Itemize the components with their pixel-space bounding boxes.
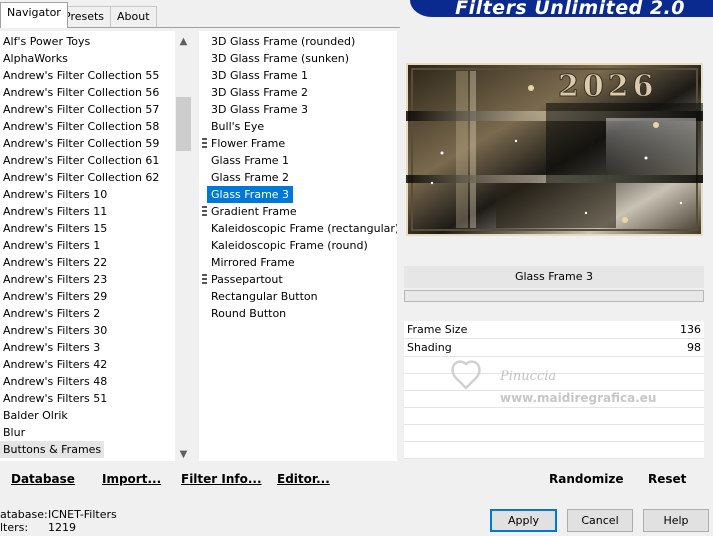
category-item[interactable]: Andrew's Filters 15 xyxy=(0,220,110,237)
database-label: atabase: xyxy=(0,508,48,521)
app-banner: Filters Unlimited 2.0 xyxy=(410,0,713,17)
category-item[interactable]: Andrew's Filter Collection 62 xyxy=(0,169,162,186)
filter-item[interactable]: Glass Frame 3 xyxy=(207,186,294,203)
tab-bar: Navigator Presets About xyxy=(0,0,400,29)
param-row-frame-size[interactable]: Frame Size 136 xyxy=(404,321,704,339)
filter-item[interactable]: Kaleidoscopic Frame (rectangular) xyxy=(207,220,397,237)
help-button[interactable]: Help xyxy=(643,509,709,532)
category-item[interactable]: Andrew's Filters 11 xyxy=(0,203,110,220)
category-item[interactable]: Andrew's Filters 51 xyxy=(0,390,110,407)
randomize-button[interactable]: Randomize xyxy=(549,472,623,486)
filter-item[interactable]: 3D Glass Frame (sunken) xyxy=(207,50,353,67)
category-item[interactable]: Andrew's Filter Collection 59 xyxy=(0,135,162,152)
filter-item[interactable]: Flower Frame xyxy=(207,135,289,152)
scroll-down-icon[interactable]: ▼ xyxy=(175,446,192,463)
preview-artwork: 2026 xyxy=(406,63,703,236)
filter-item[interactable]: 3D Glass Frame 2 xyxy=(207,84,312,101)
watermark-logo: Pinuccia www.maidiregrafica.eu xyxy=(451,360,656,405)
filter-item[interactable]: Mirrored Frame xyxy=(207,254,299,271)
filter-item[interactable]: Rectangular Button xyxy=(207,288,322,305)
category-item[interactable]: Andrew's Filters 3 xyxy=(0,339,103,356)
app-title: Filters Unlimited 2.0 xyxy=(455,0,685,17)
category-item[interactable]: Buttons & Frames xyxy=(0,441,105,458)
filter-item[interactable]: Bull's Eye xyxy=(207,118,268,135)
preview-overlay-text: 2026 xyxy=(558,69,658,104)
watermark-url: www.maidiregrafica.eu xyxy=(500,391,656,405)
category-scrollbar[interactable]: ▲ ▼ xyxy=(175,31,192,461)
filter-item[interactable]: Passepartout xyxy=(207,271,287,288)
reset-button[interactable]: Reset xyxy=(648,472,686,486)
param-name: Frame Size xyxy=(407,323,468,336)
filters-count-value: 1219 xyxy=(48,521,76,534)
category-item[interactable]: Andrew's Filter Collection 58 xyxy=(0,118,162,135)
scroll-thumb[interactable] xyxy=(176,97,191,151)
toolbar: Database Import... Filter Info... Editor… xyxy=(0,463,400,493)
filter-info-button[interactable]: Filter Info... xyxy=(181,472,262,486)
category-item[interactable]: Blur xyxy=(0,424,28,441)
selected-filter-name: Glass Frame 3 xyxy=(404,266,704,288)
filter-item[interactable]: Gradient Frame xyxy=(207,203,301,220)
import-button[interactable]: Import... xyxy=(102,472,161,486)
category-item[interactable]: Andrew's Filter Collection 56 xyxy=(0,84,162,101)
filter-item[interactable]: Round Button xyxy=(207,305,290,322)
filter-item[interactable]: 3D Glass Frame 3 xyxy=(207,101,312,118)
category-item[interactable]: Andrew's Filters 42 xyxy=(0,356,110,373)
param-value: 136 xyxy=(680,323,701,336)
category-item[interactable]: Andrew's Filters 29 xyxy=(0,288,110,305)
filters-count-label: lters: xyxy=(0,521,29,534)
apply-button[interactable]: Apply xyxy=(490,509,557,532)
category-item[interactable]: Balder Olrik xyxy=(0,407,71,424)
filter-item[interactable]: 3D Glass Frame 1 xyxy=(207,67,312,84)
filter-item[interactable]: Glass Frame 1 xyxy=(207,152,293,169)
category-item[interactable]: Andrew's Filter Collection 61 xyxy=(0,152,162,169)
category-item[interactable]: Andrew's Filters 48 xyxy=(0,373,110,390)
category-item[interactable]: Andrew's Filters 10 xyxy=(0,186,110,203)
param-toolbar: Randomize Reset xyxy=(400,463,713,493)
param-row-empty xyxy=(404,425,704,442)
watermark-name: Pinuccia xyxy=(499,369,556,384)
editor-button[interactable]: Editor... xyxy=(277,472,330,486)
filter-item[interactable]: 3D Glass Frame (rounded) xyxy=(207,33,359,50)
filter-item[interactable]: Glass Frame 2 xyxy=(207,169,293,186)
param-name: Shading xyxy=(407,341,452,354)
category-item[interactable]: Andrew's Filter Collection 55 xyxy=(0,67,162,84)
tab-navigator[interactable]: Navigator xyxy=(0,2,68,28)
filter-list[interactable]: 3D Glass Frame (rounded) 3D Glass Frame (… xyxy=(199,31,397,461)
category-item[interactable]: Andrew's Filter Collection 57 xyxy=(0,101,162,118)
category-item[interactable]: AlphaWorks xyxy=(0,50,71,67)
watermark: Pinuccia www.maidiregrafica.eu xyxy=(448,356,678,416)
progress-bar xyxy=(404,290,704,302)
preview-image: 2026 xyxy=(406,63,703,236)
category-item[interactable]: Andrew's Filters 22 xyxy=(0,254,110,271)
param-value: 98 xyxy=(687,341,701,354)
category-item[interactable]: Andrew's Filters 30 xyxy=(0,322,110,339)
database-value: ICNET-Filters xyxy=(48,508,117,521)
category-item[interactable]: Andrew's Filters 23 xyxy=(0,271,110,288)
param-row-shading[interactable]: Shading 98 xyxy=(404,339,704,357)
cancel-button[interactable]: Cancel xyxy=(567,509,633,532)
tab-about[interactable]: About xyxy=(110,6,157,27)
category-item[interactable]: Alf's Power Toys xyxy=(0,33,93,50)
param-row-empty xyxy=(404,442,704,459)
category-list[interactable]: Alf's Power Toys AlphaWorks Andrew's Filte… xyxy=(0,31,192,461)
category-item[interactable]: Andrew's Filters 1 xyxy=(0,237,103,254)
category-item[interactable]: Andrew's Filters 2 xyxy=(0,305,103,322)
filter-item[interactable]: Kaleidoscopic Frame (round) xyxy=(207,237,372,254)
scroll-up-icon[interactable]: ▲ xyxy=(175,33,192,50)
database-button[interactable]: Database xyxy=(11,472,75,486)
